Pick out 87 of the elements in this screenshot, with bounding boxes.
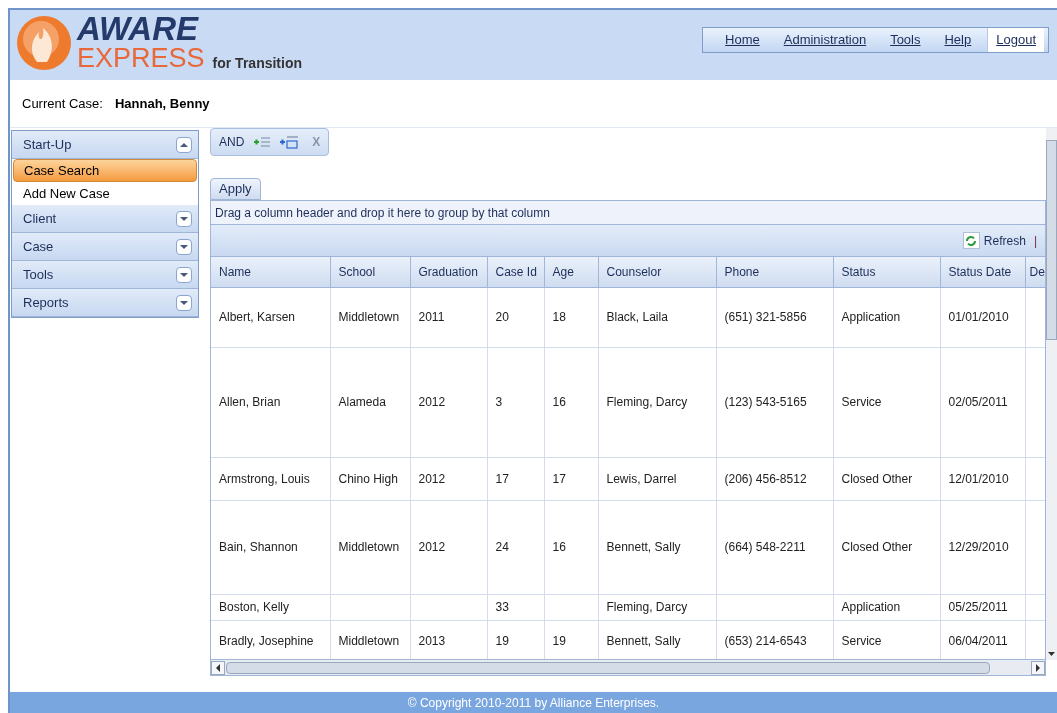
table-cell: Middletown <box>330 287 410 347</box>
group-hint: Drag a column header and drop it here to group by that column <box>215 204 550 222</box>
table-cell: Fleming, Darcy <box>598 594 716 620</box>
expand-icon[interactable] <box>176 266 192 283</box>
scroll-left-icon[interactable] <box>211 660 225 675</box>
table-cell: Closed Other <box>833 457 940 500</box>
column-header[interactable]: Counselor <box>598 257 716 287</box>
table-cell: Albert, Karsen <box>211 287 330 347</box>
table-cell: (206) 456-8512 <box>716 457 833 500</box>
table-cell: Allen, Brian <box>211 347 330 457</box>
table-cell <box>544 594 598 620</box>
logo-subtitle: EXPRESS <box>77 44 205 72</box>
toolbar-separator: | <box>1033 232 1037 250</box>
table-cell: Armstrong, Louis <box>211 457 330 500</box>
table-cell: 16 <box>544 347 598 457</box>
copyright-text: © Copyright 2010-2011 by Alliance Enterprises. <box>407 694 660 712</box>
add-condition-icon[interactable] <box>254 136 271 148</box>
expand-icon[interactable] <box>176 294 192 311</box>
column-header[interactable]: Age <box>544 257 598 287</box>
table-cell: 2011 <box>410 287 487 347</box>
column-header[interactable]: Status <box>833 257 940 287</box>
sidebar-section-header[interactable]: Tools <box>12 261 198 289</box>
table-cell: 33 <box>487 594 544 620</box>
sidebar-item[interactable]: Add New Case <box>13 182 197 205</box>
table-cell: Middletown <box>330 500 410 594</box>
table-cell: 18 <box>544 287 598 347</box>
flame-logo-icon <box>15 14 73 72</box>
column-header[interactable]: Status Date <box>940 257 1025 287</box>
product-tagline: for Transition <box>212 56 302 70</box>
table-cell: Boston, Kelly <box>211 594 330 620</box>
apply-button[interactable]: Apply <box>210 178 261 200</box>
table-cell: (123) 543-5165 <box>716 347 833 457</box>
table-cell: 01/01/2010 <box>940 287 1025 347</box>
table-cell: 02/05/2011 <box>940 347 1025 457</box>
add-group-icon[interactable] <box>280 135 299 149</box>
menu-item[interactable]: Logout <box>987 28 1044 52</box>
table-cell: 05/25/2011 <box>940 594 1025 620</box>
current-case-name: Hannah, Benny <box>114 94 210 113</box>
menu-item[interactable]: Help <box>936 28 980 52</box>
column-header[interactable]: Case Id <box>487 257 544 287</box>
sidebar-section-header[interactable]: Start-Up <box>12 131 198 159</box>
collapse-icon[interactable] <box>176 136 192 153</box>
table-cell: 20 <box>487 287 544 347</box>
table-cell: Black, Laila <box>598 287 716 347</box>
table-cell: Lewis, Darrel <box>598 457 716 500</box>
table-cell: Chino High <box>330 457 410 500</box>
refresh-button[interactable]: Refresh <box>962 231 1026 250</box>
table-cell: Bennett, Sally <box>598 500 716 594</box>
table-cell: 2012 <box>410 500 487 594</box>
table-cell: 17 <box>544 457 598 500</box>
table-cell: Application <box>833 287 940 347</box>
sidebar-section-header[interactable]: Client <box>12 205 198 233</box>
table-cell: 2012 <box>410 457 487 500</box>
table-cell: Application <box>833 594 940 620</box>
column-header[interactable]: Graduation <box>410 257 487 287</box>
filter-operator[interactable]: AND <box>219 133 245 151</box>
sidebar-section-header[interactable]: Case <box>12 233 198 261</box>
table-cell: 17 <box>487 457 544 500</box>
menu-item[interactable]: Home <box>717 28 768 52</box>
column-header[interactable]: School <box>330 257 410 287</box>
table-cell: 2012 <box>410 347 487 457</box>
table-cell: Closed Other <box>833 500 940 594</box>
menu-item[interactable]: Administration <box>775 28 875 52</box>
sidebar-item[interactable]: Case Search <box>13 159 197 182</box>
table-cell: Bain, Shannon <box>211 500 330 594</box>
table-cell: Alameda <box>330 347 410 457</box>
menu-item[interactable]: Tools <box>882 28 929 52</box>
table-cell: 16 <box>544 500 598 594</box>
current-case-label: Current Case: <box>22 94 103 113</box>
refresh-icon <box>962 232 980 249</box>
column-header[interactable]: Name <box>211 257 330 287</box>
horizontal-scrollbar[interactable] <box>211 659 1045 675</box>
sidebar-section-header[interactable]: Reports <box>12 289 198 317</box>
expand-icon[interactable] <box>176 210 192 227</box>
table-cell: (664) 548-2211 <box>716 500 833 594</box>
table-cell: Service <box>833 347 940 457</box>
scroll-right-icon[interactable] <box>1031 660 1045 675</box>
vertical-scrollbar[interactable] <box>1046 128 1057 660</box>
column-header[interactable]: Phone <box>716 257 833 287</box>
table-cell: (651) 321-5856 <box>716 287 833 347</box>
table-cell: 3 <box>487 347 544 457</box>
table-cell: 12/29/2010 <box>940 500 1025 594</box>
table-cell: 24 <box>487 500 544 594</box>
table-cell: Fleming, Darcy <box>598 347 716 457</box>
expand-icon[interactable] <box>176 238 192 255</box>
logo-title: AWARE <box>77 14 200 44</box>
table-cell: 12/01/2010 <box>940 457 1025 500</box>
